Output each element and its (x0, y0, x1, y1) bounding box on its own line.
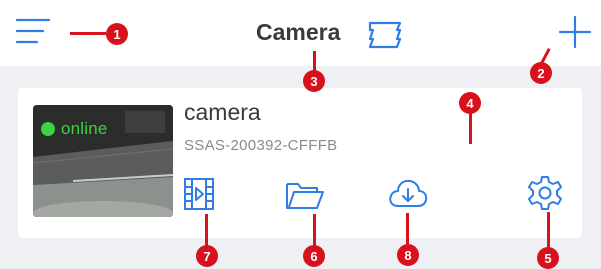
callout-leader-7 (205, 214, 208, 246)
cloud-download-icon[interactable] (388, 177, 428, 211)
layout-switch-icon[interactable] (367, 21, 403, 49)
callout-6: 6 (303, 245, 325, 267)
callout-3: 3 (303, 70, 325, 92)
gear-icon[interactable] (527, 175, 563, 211)
callout-8: 8 (397, 244, 419, 266)
callout-7: 7 (196, 245, 218, 267)
plus-icon[interactable] (558, 15, 592, 49)
callout-4: 4 (459, 92, 481, 114)
device-name[interactable]: camera (184, 99, 261, 126)
callout-leader-1 (70, 32, 106, 35)
menu-lines-icon[interactable] (15, 17, 51, 45)
page-title: Camera (256, 19, 341, 45)
callout-1: 1 (106, 23, 128, 45)
callout-leader-5 (547, 212, 550, 248)
online-dot-icon (41, 122, 55, 136)
callout-leader-8 (406, 213, 409, 245)
status-label: online (61, 119, 108, 138)
callout-5: 5 (537, 247, 559, 269)
callout-leader-4 (469, 110, 472, 144)
online-status: online (41, 119, 108, 139)
playback-film-icon[interactable] (183, 177, 215, 211)
folder-icon[interactable] (285, 180, 325, 210)
callout-leader-6 (313, 214, 316, 246)
callout-2: 2 (530, 62, 552, 84)
device-id: SSAS-200392-CFFFB (184, 137, 338, 154)
callout-leader-3 (313, 51, 316, 71)
